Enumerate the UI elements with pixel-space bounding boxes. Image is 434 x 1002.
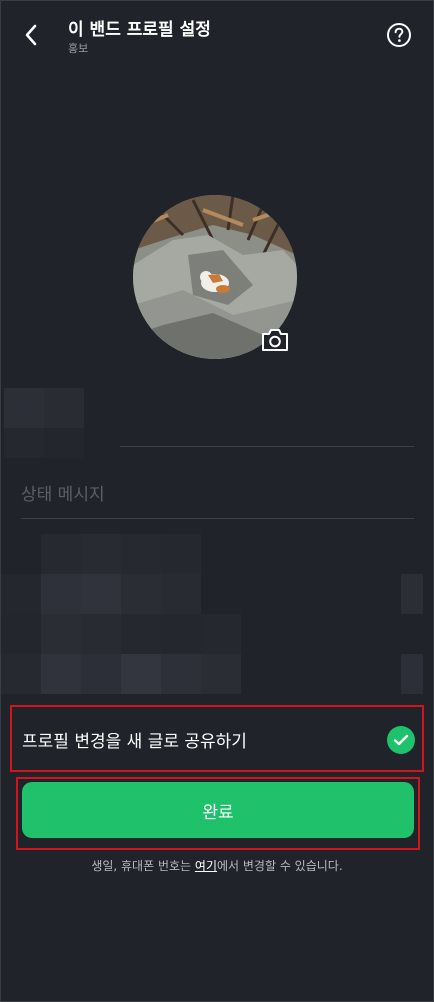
done-button[interactable]: 완료: [22, 782, 414, 838]
check-icon: [393, 734, 409, 746]
info-text-suffix: 에서 변경할 수 있습니다.: [217, 859, 343, 873]
done-button-highlight: 완료: [16, 777, 420, 850]
name-field-underline: [120, 446, 414, 447]
edit-info-notice: 생일, 휴대폰 번호는 여기에서 변경할 수 있습니다.: [0, 857, 434, 874]
question-circle-icon: [387, 23, 411, 47]
profile-photo-container: [133, 195, 299, 361]
info-text-prefix: 생일, 휴대폰 번호는: [91, 859, 195, 873]
status-message-input[interactable]: 상태 메시지: [21, 480, 391, 506]
share-profile-change-label: 프로필 변경을 새 글로 공유하기: [22, 732, 247, 752]
back-button[interactable]: [14, 18, 48, 52]
edit-here-link[interactable]: 여기: [195, 859, 217, 873]
chevron-left-icon: [25, 24, 37, 46]
share-profile-change-row[interactable]: 프로필 변경을 새 글로 공유하기: [10, 705, 424, 772]
status-field-underline: [21, 518, 414, 519]
help-button[interactable]: [386, 22, 412, 48]
share-profile-change-checkbox[interactable]: [387, 726, 415, 754]
change-photo-button[interactable]: [260, 327, 290, 353]
app-header: 이 밴드 프로필 설정 홍보: [0, 0, 434, 70]
band-name-subtitle: 홍보: [68, 42, 89, 55]
page-title: 이 밴드 프로필 설정: [68, 20, 211, 40]
camera-icon: [262, 329, 288, 351]
